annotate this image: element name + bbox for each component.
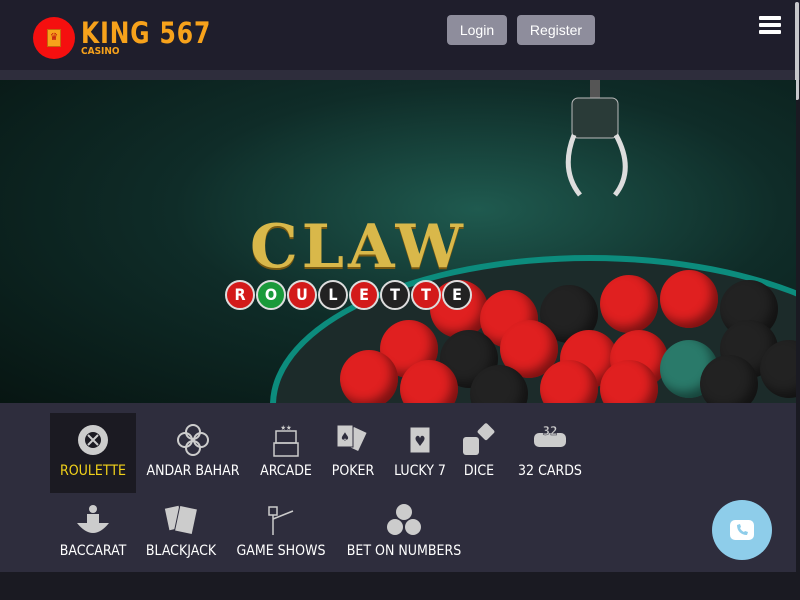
poker-cards-icon: ♠ — [336, 424, 367, 452]
svg-text:32: 32 — [542, 424, 557, 438]
claw-roulette-banner[interactable]: CLAW R O U L E T T E — [0, 80, 796, 403]
letter: L — [318, 280, 348, 310]
category-label: BET ON NUMBERS — [346, 543, 462, 559]
category-label: 32 CARDS — [518, 463, 582, 479]
header: ♛ KING 567 CASINO Login Register — [0, 0, 800, 70]
category-dice[interactable]: DICE — [459, 413, 499, 493]
category-label: ARCADE — [260, 463, 312, 479]
number-balls-icon — [387, 504, 421, 535]
category-label: ROULETTE — [60, 463, 126, 479]
svg-text:★★: ★★ — [280, 424, 292, 432]
category-baccarat[interactable]: BACCARAT — [55, 493, 131, 573]
category-blackjack[interactable]: BLACKJACK — [141, 493, 221, 573]
roulette-ball — [340, 350, 398, 403]
blackjack-cards-icon — [164, 504, 199, 536]
dice-icon — [463, 423, 495, 455]
32-cards-icon: 32 — [534, 424, 566, 447]
game-categories: ROULETTE ANDAR BAHAR ★★ ARCADE ♠ POKER ♥… — [0, 403, 796, 572]
letter: E — [442, 280, 472, 310]
category-bet-on-numbers[interactable]: BET ON NUMBERS — [342, 493, 466, 573]
phone-icon — [730, 520, 754, 540]
category-andar-bahar[interactable]: ANDAR BAHAR — [143, 413, 243, 493]
letter: E — [349, 280, 379, 310]
hamburger-menu-icon[interactable] — [759, 16, 781, 34]
category-label: BLACKJACK — [145, 543, 217, 559]
category-32-cards[interactable]: 32 32 CARDS — [515, 413, 585, 493]
category-lucky-7[interactable]: ♥ LUCKY 7 — [392, 413, 448, 493]
category-label: ANDAR BAHAR — [146, 463, 240, 479]
category-game-shows[interactable]: GAME SHOWS — [233, 493, 329, 573]
category-poker[interactable]: ♠ POKER — [328, 413, 378, 493]
letter: T — [380, 280, 410, 310]
claw-icon — [565, 80, 628, 197]
roulette-ball — [660, 270, 718, 328]
game-show-host-icon — [268, 506, 294, 535]
register-button[interactable]: Register — [517, 15, 595, 45]
svg-text:♥: ♥ — [414, 434, 425, 450]
letter: O — [256, 280, 286, 310]
category-arcade[interactable]: ★★ ARCADE — [256, 413, 316, 493]
letter: U — [287, 280, 317, 310]
roulette-icon — [78, 425, 108, 455]
category-label: BACCARAT — [59, 543, 127, 559]
category-label: LUCKY 7 — [394, 463, 446, 479]
crown-card-icon: ♛ — [33, 17, 75, 59]
letter: R — [225, 280, 255, 310]
lucky7-cards-icon: ♥ — [409, 426, 431, 454]
card-suits-icon — [177, 424, 209, 456]
roulette-ball — [600, 275, 658, 333]
category-label: GAME SHOWS — [236, 543, 326, 559]
arcade-icon: ★★ — [273, 424, 299, 457]
login-button[interactable]: Login — [447, 15, 507, 45]
category-roulette[interactable]: ROULETTE — [50, 413, 136, 493]
banner-subtitle: R O U L E T T E — [225, 280, 472, 310]
baccarat-dealer-icon — [77, 505, 109, 533]
logo-main-text: KING 567 — [81, 16, 212, 50]
svg-text:♠: ♠ — [340, 430, 350, 444]
phone-contact-button[interactable] — [712, 500, 772, 560]
letter: T — [411, 280, 441, 310]
banner-title: CLAW — [250, 212, 467, 282]
header-divider — [0, 70, 800, 80]
logo[interactable]: ♛ KING 567 CASINO — [33, 17, 226, 59]
category-label: DICE — [463, 463, 495, 479]
category-label: POKER — [331, 463, 375, 479]
